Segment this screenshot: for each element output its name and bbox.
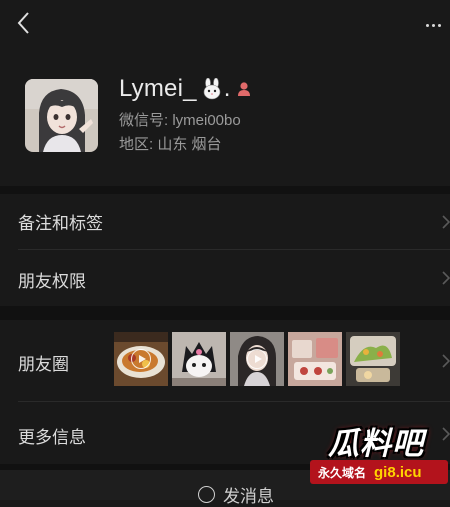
name-suffix: .	[223, 75, 231, 102]
play-icon	[131, 349, 151, 369]
send-message-label: 发消息	[223, 487, 274, 506]
avatar[interactable]	[25, 79, 98, 152]
watermark-logo: 瓜料吧	[328, 426, 424, 461]
moments-thumbnails	[114, 332, 400, 386]
moments-thumbnail-dessert[interactable]	[288, 332, 342, 386]
display-name: Lymei_	[119, 75, 197, 102]
row-label: 朋友圈	[18, 355, 69, 374]
row-label: 更多信息	[18, 428, 86, 447]
moments-thumbnail-food[interactable]	[114, 332, 168, 386]
watermark-subtitle: 永久域名	[318, 465, 367, 480]
watermark-domain: gi8.icu	[374, 463, 422, 481]
chevron-right-icon	[442, 354, 450, 368]
wechat-id: 微信号: lymei00bo	[119, 112, 241, 129]
row-label: 朋友权限	[18, 272, 86, 291]
chevron-right-icon	[442, 271, 450, 285]
send-message-button[interactable]: 发消息	[198, 482, 274, 507]
chevron-right-icon	[442, 215, 450, 229]
row-friend-permissions[interactable]: 朋友权限	[0, 250, 450, 306]
moments-thumbnail-salad[interactable]	[346, 332, 400, 386]
watermark: 瓜料吧 永久域名 gi8.icu	[310, 418, 450, 488]
region: 地区: 山东 烟台	[119, 136, 222, 153]
bunny-emoji-icon	[203, 78, 220, 100]
section-separator	[0, 306, 450, 320]
message-icon	[198, 486, 215, 503]
row-remarks-and-tags[interactable]: 备注和标签	[0, 194, 450, 250]
row-label: 备注和标签	[18, 214, 103, 233]
profile-header: Lymei_ . 微信号: lymei00bo 地区: 山东 烟台	[0, 62, 450, 172]
top-bar	[0, 0, 450, 44]
back-arrow-icon[interactable]	[14, 10, 34, 36]
section-separator	[0, 186, 450, 194]
name-row: Lymei_ .	[119, 74, 252, 104]
more-options-icon[interactable]	[426, 14, 450, 30]
moments-thumbnail-girl[interactable]	[230, 332, 284, 386]
play-icon	[247, 349, 267, 369]
moments-thumbnail-kuromi[interactable]	[172, 332, 226, 386]
watermark-banner: 永久域名 gi8.icu	[310, 460, 448, 484]
female-icon	[238, 82, 251, 96]
